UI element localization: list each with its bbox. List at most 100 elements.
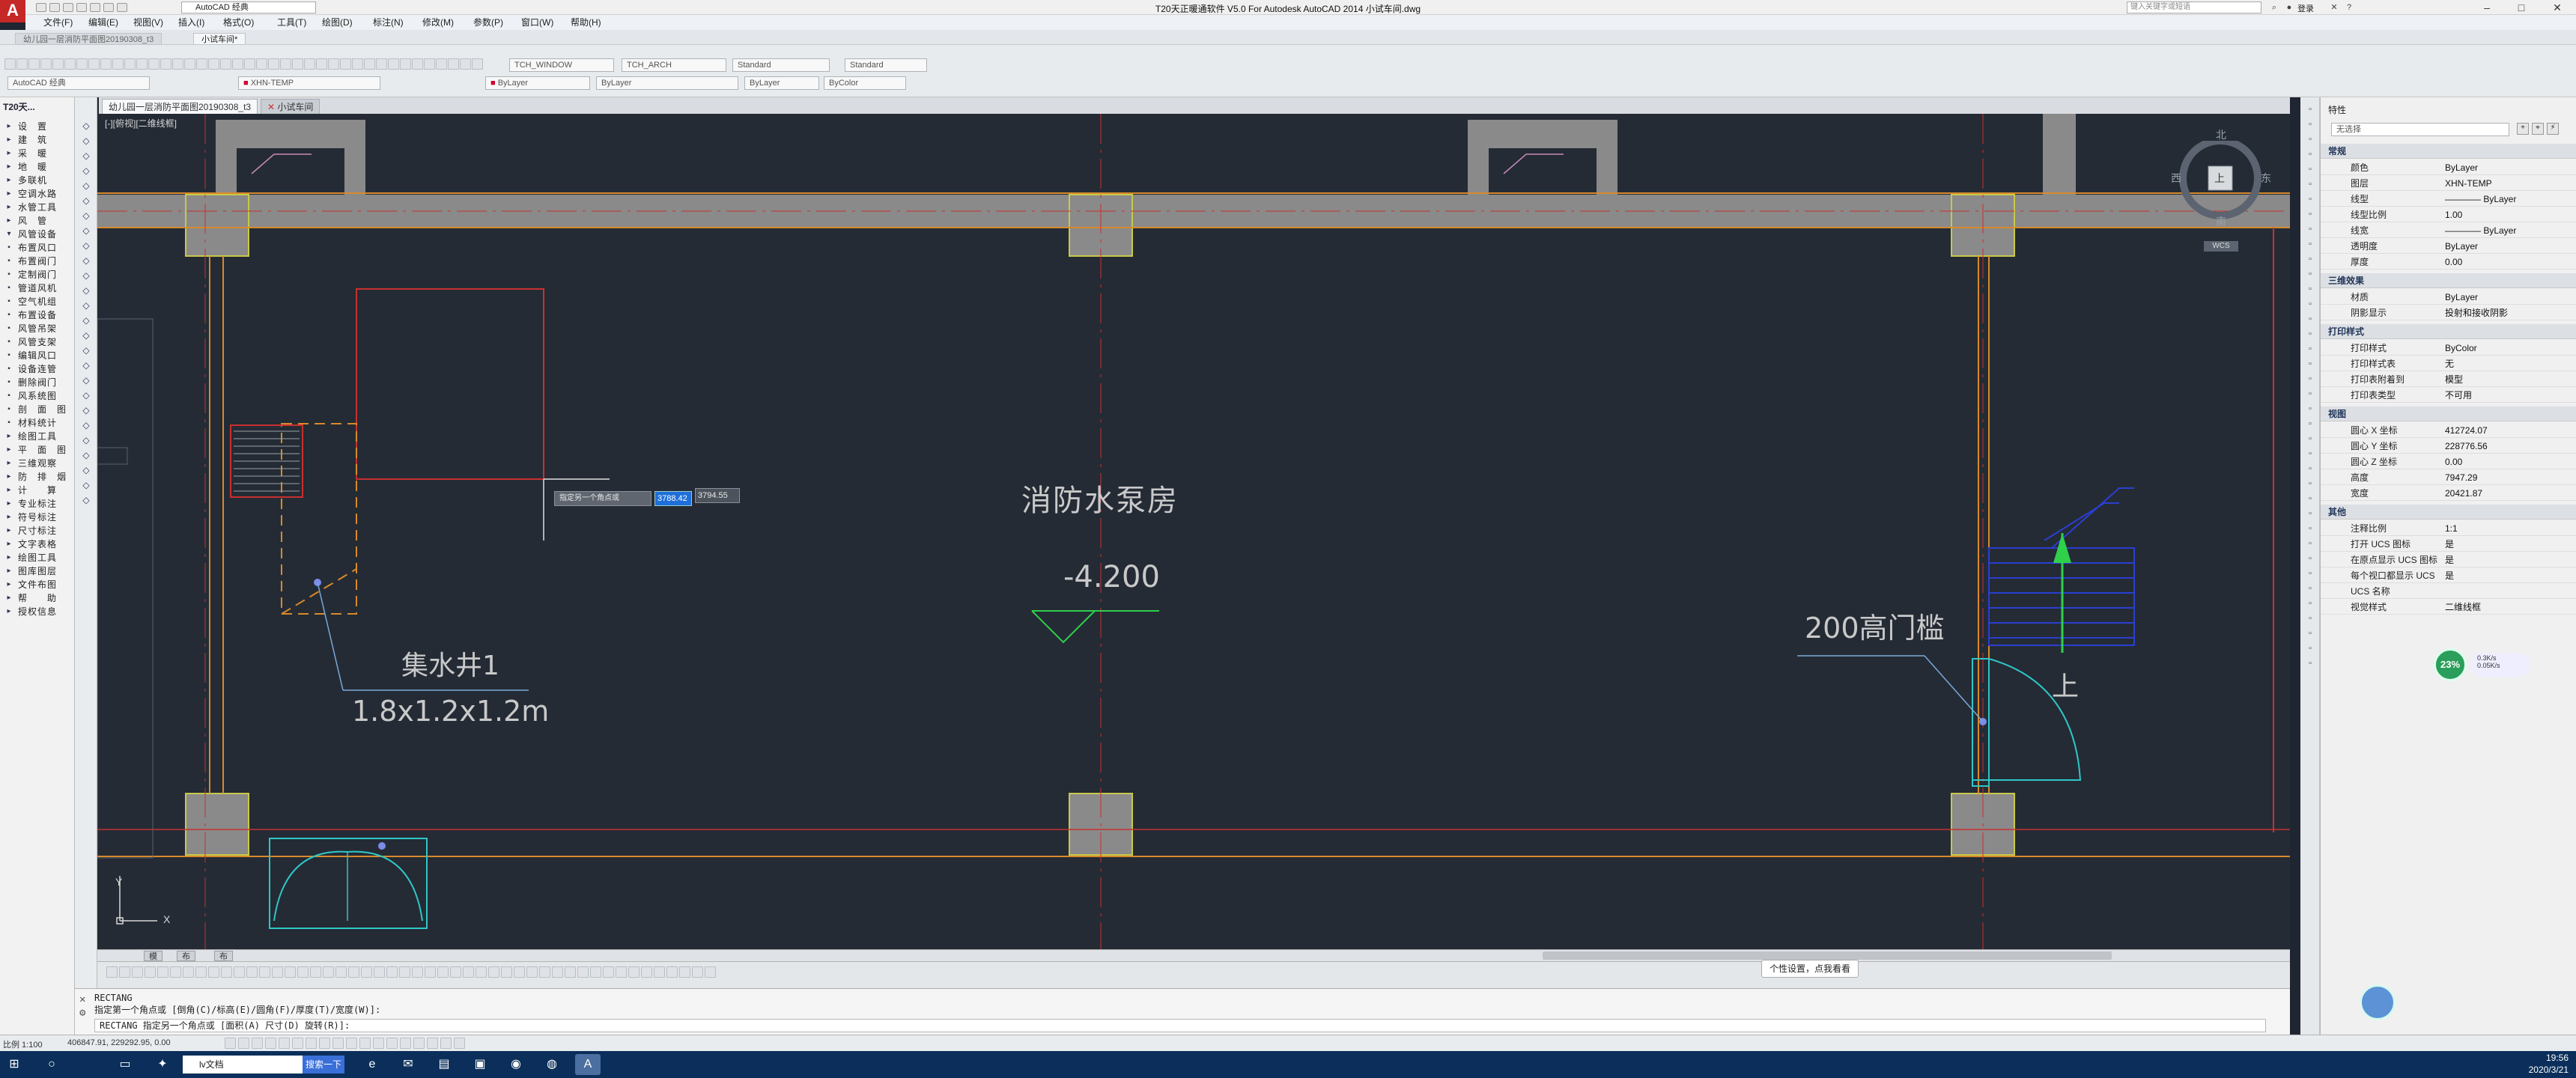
menu-insert[interactable]: 插入(I) — [178, 17, 204, 28]
property-row[interactable]: 圆心 Y 坐标 228776.56 — [2321, 439, 2576, 454]
toolbar-button-icon[interactable] — [412, 58, 423, 70]
modify-tool-icon[interactable]: ▫ — [2304, 118, 2316, 130]
property-row[interactable]: 视觉样式 二维线框 — [2321, 600, 2576, 615]
modify-tool-icon[interactable]: ▫ — [2304, 582, 2316, 594]
menu-view[interactable]: 视图(V) — [133, 17, 163, 28]
t20-tool-icon[interactable] — [221, 966, 232, 978]
modify-tool-icon[interactable]: ▫ — [2304, 642, 2316, 654]
property-value[interactable]: 是 — [2445, 552, 2454, 567]
property-row[interactable]: 圆心 X 坐标 412724.07 — [2321, 423, 2576, 438]
toolbar-button-icon[interactable] — [40, 58, 52, 70]
toolbar-button-icon[interactable] — [112, 58, 124, 70]
draw-tool-icon[interactable]: ◇ — [80, 195, 92, 207]
property-value[interactable]: 7947.29 — [2445, 470, 2477, 485]
select-objects-icon[interactable]: ⌖ — [2532, 123, 2544, 135]
t20-tool-icon[interactable] — [157, 966, 168, 978]
modify-tool-icon[interactable]: ▫ — [2304, 283, 2316, 295]
wcs-menu[interactable]: WCS — [2204, 241, 2238, 252]
modify-tool-icon[interactable]: ▫ — [2304, 657, 2316, 669]
t20-tool-icon[interactable] — [463, 966, 474, 978]
status-toggle-icon[interactable] — [440, 1038, 452, 1049]
menu-dimension[interactable]: 标注(N) — [373, 17, 404, 28]
menu-parametric[interactable]: 参数(P) — [473, 17, 503, 28]
toolbar-button-icon[interactable] — [232, 58, 243, 70]
modify-tool-icon[interactable]: ▫ — [2304, 627, 2316, 639]
property-section-header[interactable]: 打印样式 — [2321, 324, 2576, 339]
sidebar-item[interactable]: ▸ 平 面 图 — [0, 443, 75, 457]
sidebar-item[interactable]: ▪ 风系统图 — [0, 389, 75, 403]
toolbar-button-icon[interactable] — [88, 58, 100, 70]
property-value[interactable]: 是 — [2445, 537, 2454, 552]
property-row[interactable]: 图层 XHN-TEMP — [2321, 176, 2576, 191]
text-style-window-dropdown[interactable]: TCH_WINDOW — [509, 58, 614, 72]
property-row[interactable]: 圆心 Z 坐标 0.00 — [2321, 454, 2576, 469]
clock-date[interactable]: 2020/3/21 — [2501, 1065, 2569, 1075]
file-tab[interactable]: 幼儿园一层消防平面图20190308_t3 — [15, 33, 162, 45]
t20-tool-icon[interactable] — [616, 966, 627, 978]
property-row[interactable]: 宽度 20421.87 — [2321, 486, 2576, 501]
property-value[interactable]: ———— ByLayer — [2445, 192, 2516, 207]
viewcube-west[interactable]: 西 — [2171, 171, 2181, 186]
text-style-arch-dropdown[interactable]: TCH_ARCH — [622, 58, 726, 72]
sidebar-item[interactable]: ▪ 编辑风口 — [0, 349, 75, 362]
user-icon[interactable]: ● — [2284, 2, 2294, 13]
taskbar-search-input[interactable]: lv文档 — [183, 1056, 303, 1074]
property-value[interactable]: ByColor — [2445, 341, 2477, 356]
property-row[interactable]: 打印表类型 不可用 — [2321, 388, 2576, 403]
property-value[interactable]: 412724.07 — [2445, 423, 2488, 438]
property-row[interactable]: 打印表附着到 模型 — [2321, 372, 2576, 387]
close-icon[interactable]: ✕ — [79, 993, 85, 1005]
toolbar-button-icon[interactable] — [244, 58, 255, 70]
t20-tool-icon[interactable] — [348, 966, 359, 978]
property-row[interactable]: 高度 7947.29 — [2321, 470, 2576, 485]
sidebar-item[interactable]: ▾ 风管设备 — [0, 228, 75, 241]
sidebar-item[interactable]: ▸ 多联机 — [0, 174, 75, 187]
layer-dropdown[interactable]: ■ XHN-TEMP — [238, 76, 380, 90]
property-row[interactable]: 打印样式表 无 — [2321, 356, 2576, 371]
sidebar-item[interactable]: ▸ 专业标注 — [0, 497, 75, 511]
chrome-icon[interactable]: ◉ — [503, 1054, 529, 1075]
toolbar-button-icon[interactable] — [136, 58, 148, 70]
toolbar-button-icon[interactable] — [256, 58, 267, 70]
status-toggle-icon[interactable] — [427, 1038, 438, 1049]
property-value[interactable]: 无 — [2445, 356, 2454, 371]
sidebar-item[interactable]: ▸ 绘图工具 — [0, 430, 75, 443]
modify-tool-icon[interactable]: ▫ — [2304, 448, 2316, 460]
sidebar-item[interactable]: ▸ 三维观察 — [0, 457, 75, 470]
property-value[interactable]: ———— ByLayer — [2445, 223, 2516, 238]
start-button[interactable]: ⊞ — [1, 1054, 27, 1075]
draw-tool-icon[interactable]: ◇ — [80, 255, 92, 267]
t20-tool-icon[interactable] — [590, 966, 601, 978]
sidebar-item[interactable]: ▸ 风 管 — [0, 214, 75, 228]
draw-tool-icon[interactable]: ◇ — [80, 240, 92, 252]
property-row[interactable]: 颜色 ByLayer — [2321, 160, 2576, 175]
draw-tool-icon[interactable]: ◇ — [80, 284, 92, 296]
toolbar-button-icon[interactable] — [148, 58, 160, 70]
toolbar-button-icon[interactable] — [388, 58, 399, 70]
status-toggle-icon[interactable] — [265, 1038, 276, 1049]
status-toggle-icon[interactable] — [319, 1038, 330, 1049]
sidebar-item[interactable]: ▸ 设 置 — [0, 120, 75, 133]
t20-tool-icon[interactable] — [323, 966, 334, 978]
draw-tool-icon[interactable]: ◇ — [80, 344, 92, 356]
property-row[interactable]: UCS 名称 — [2321, 584, 2576, 599]
close-button[interactable]: ✕ — [2540, 0, 2575, 15]
menu-file[interactable]: 文件(F) — [43, 17, 73, 28]
t20-tool-icon[interactable] — [195, 966, 207, 978]
sidebar-item[interactable]: ▸ 图库图层 — [0, 564, 75, 578]
exchange-icon[interactable]: ✕ — [2329, 2, 2339, 13]
draw-tool-icon[interactable]: ◇ — [80, 150, 92, 162]
t20-tool-icon[interactable] — [488, 966, 499, 978]
draw-tool-icon[interactable]: ◇ — [80, 479, 92, 491]
modify-tool-icon[interactable]: ▫ — [2304, 298, 2316, 310]
property-value[interactable]: 20421.87 — [2445, 486, 2482, 501]
sidebar-item[interactable]: ▸ 建 筑 — [0, 133, 75, 147]
status-toggle-icon[interactable] — [373, 1038, 384, 1049]
property-row[interactable]: 材质 ByLayer — [2321, 290, 2576, 305]
modify-tool-icon[interactable]: ▫ — [2304, 103, 2316, 115]
toolbar-button-icon[interactable] — [172, 58, 183, 70]
assistant-floating-button[interactable] — [2360, 985, 2395, 1020]
toolbar-button-icon[interactable] — [352, 58, 363, 70]
clock-time[interactable]: 19:56 — [2501, 1053, 2569, 1063]
app-icon[interactable]: ✦ — [150, 1054, 175, 1075]
